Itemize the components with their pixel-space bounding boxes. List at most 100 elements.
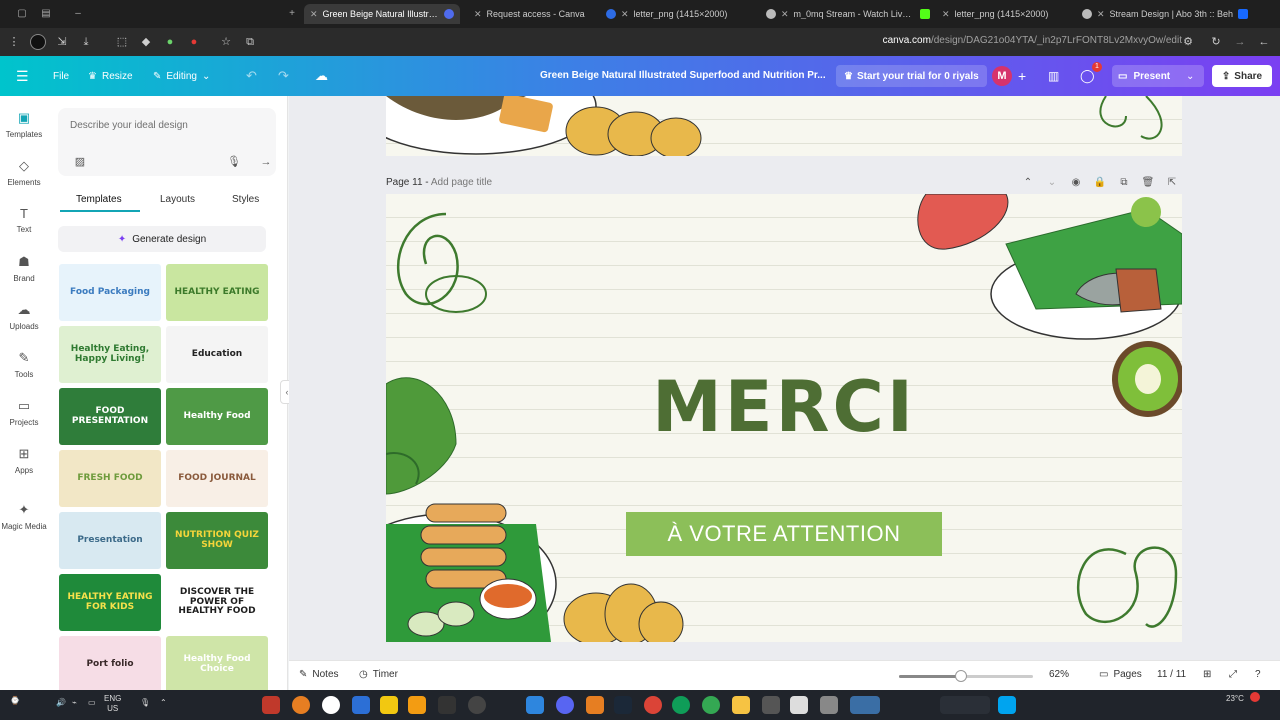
- chrome-icon[interactable]: [644, 696, 662, 714]
- window-menu-icon[interactable]: ▢: [14, 6, 30, 22]
- taskbar-app-icon[interactable]: [322, 696, 340, 714]
- template-thumbnail[interactable]: HEALTHY EATING FOR KIDS: [59, 574, 161, 631]
- template-thumbnail[interactable]: FOOD JOURNAL: [166, 450, 268, 507]
- timer-button[interactable]: ◷ Timer: [359, 669, 398, 680]
- screenshot-icon[interactable]: ⬚: [114, 34, 130, 50]
- rail-item-uploads[interactable]: ☁ Uploads: [0, 302, 48, 331]
- cloud-save-icon[interactable]: ☁: [315, 66, 328, 86]
- rail-item-brand[interactable]: ☗ Brand: [0, 254, 48, 283]
- taskbar-app-icon[interactable]: [352, 696, 370, 714]
- reload-icon[interactable]: ↻: [1208, 34, 1224, 50]
- resize-button[interactable]: ♛ Resize: [88, 66, 133, 86]
- taskbar-search[interactable]: [940, 696, 990, 714]
- close-tab-icon[interactable]: ✕: [310, 9, 318, 20]
- close-tab-icon[interactable]: ✕: [1097, 9, 1105, 20]
- rail-item-templates[interactable]: ▣ Templates: [0, 110, 48, 139]
- notification-icon[interactable]: [1250, 692, 1260, 702]
- browser-tab[interactable]: ✕ letter_png (1415×2000): [936, 4, 1076, 24]
- discord-icon[interactable]: [556, 696, 574, 714]
- avatar[interactable]: M: [992, 66, 1012, 86]
- move-page-down-icon[interactable]: ⌄: [1045, 176, 1059, 190]
- taskbar-app-icon[interactable]: [820, 696, 838, 714]
- tab-templates[interactable]: Templates: [76, 194, 122, 205]
- taskbar-app-icon[interactable]: [468, 696, 486, 714]
- design-prompt-box[interactable]: Describe your ideal design ▨ 🎙 →: [58, 108, 276, 176]
- file-menu[interactable]: File: [53, 66, 69, 86]
- template-thumbnail[interactable]: Port folio: [59, 636, 161, 693]
- extension-icon[interactable]: ●: [162, 34, 178, 50]
- tab-styles[interactable]: Styles: [232, 194, 259, 205]
- clock-area[interactable]: ⌚: [10, 696, 20, 706]
- template-thumbnail[interactable]: Healthy Food Choice: [166, 636, 268, 693]
- fullscreen-icon[interactable]: ⤢: [1229, 669, 1237, 680]
- analytics-icon[interactable]: ▥: [1048, 66, 1059, 86]
- slide-page-10[interactable]: [386, 96, 1182, 156]
- lock-icon[interactable]: 🔒: [1093, 176, 1107, 190]
- close-tab-icon[interactable]: ✕: [621, 9, 629, 20]
- rail-item-elements[interactable]: ◇ Elements: [0, 158, 48, 187]
- back-icon[interactable]: ←: [1256, 34, 1272, 50]
- taskbar-app-icon[interactable]: [762, 696, 780, 714]
- rail-item-apps[interactable]: ⊞ Apps: [0, 446, 48, 475]
- tab-search-icon[interactable]: ▤: [38, 6, 54, 22]
- duplicate-page-icon[interactable]: ⧉: [1117, 176, 1131, 190]
- taskbar-app-icon[interactable]: [292, 696, 310, 714]
- notes-button[interactable]: ✎ Notes: [299, 669, 339, 680]
- browser-tab[interactable]: ✕ letter_png (1415×2000): [600, 4, 760, 24]
- network-icon[interactable]: ⌁: [72, 698, 77, 708]
- template-thumbnail[interactable]: FOOD PRESENTATION: [59, 388, 161, 445]
- template-thumbnail[interactable]: Food Packaging: [59, 264, 161, 321]
- battery-icon[interactable]: ▭: [88, 698, 96, 708]
- add-page-title-input[interactable]: Add page title: [431, 177, 492, 188]
- taskbar-app-icon[interactable]: [850, 696, 880, 714]
- design-prompt-input[interactable]: Describe your ideal design: [70, 120, 188, 131]
- taskbar-app-icon[interactable]: [526, 696, 544, 714]
- present-options-chevron-icon[interactable]: ⌄: [1186, 66, 1194, 86]
- address-bar[interactable]: canva.com/design/DAG21o04YTA/_in2p7LrFON…: [883, 35, 1182, 46]
- generate-design-button[interactable]: ✦ Generate design: [58, 226, 266, 252]
- move-page-up-icon[interactable]: ⌃: [1021, 176, 1035, 190]
- extension-icon[interactable]: ⇲: [54, 34, 70, 50]
- steam-icon[interactable]: [614, 696, 632, 714]
- add-page-icon[interactable]: ⇱: [1165, 176, 1179, 190]
- profile-icon[interactable]: [30, 34, 46, 50]
- delete-page-icon[interactable]: 🗑: [1141, 176, 1155, 190]
- start-trial-button[interactable]: ♛ Start your trial for 0 riyals: [836, 65, 987, 87]
- template-thumbnail[interactable]: NUTRITION QUIZ SHOW: [166, 512, 268, 569]
- share-page-icon[interactable]: ⧉: [242, 34, 258, 50]
- zoom-slider-handle[interactable]: [955, 670, 967, 682]
- rail-item-magic-media[interactable]: ✦ Magic Media: [0, 502, 48, 531]
- taskbar-app-icon[interactable]: [790, 696, 808, 714]
- taskbar-app-icon[interactable]: [408, 696, 426, 714]
- merci-heading[interactable]: MERCI: [386, 366, 1182, 448]
- grid-view-icon[interactable]: ⊞: [1203, 669, 1211, 680]
- extension-icon[interactable]: ●: [186, 34, 202, 50]
- file-explorer-icon[interactable]: [732, 696, 750, 714]
- taskbar-app-icon[interactable]: [262, 696, 280, 714]
- image-upload-icon[interactable]: ▨: [70, 152, 90, 172]
- template-thumbnail[interactable]: Healthy Food: [166, 388, 268, 445]
- editing-mode-dropdown[interactable]: ✎ Editing ⌄: [153, 66, 210, 86]
- help-icon[interactable]: ?: [1255, 669, 1261, 680]
- browser-tab-active[interactable]: ✕ Green Beige Natural Illustrated: [304, 4, 460, 24]
- microphone-icon[interactable]: 🎙: [224, 152, 244, 172]
- submit-arrow-icon[interactable]: →: [256, 152, 276, 172]
- rail-item-projects[interactable]: ▭ Projects: [0, 398, 48, 427]
- forward-icon[interactable]: →: [1232, 34, 1248, 50]
- invite-plus-icon[interactable]: +: [1018, 66, 1026, 86]
- minimize-icon[interactable]: –: [70, 6, 86, 22]
- browser-tab[interactable]: ✕ Stream Design | Abo 3th :: Beh: [1076, 4, 1256, 24]
- template-thumbnail[interactable]: FRESH FOOD: [59, 450, 161, 507]
- close-tab-icon[interactable]: ✕: [942, 9, 950, 20]
- redo-icon[interactable]: ↷: [278, 66, 289, 86]
- slide-page-11[interactable]: MERCI À VOTRE ATTENTION: [386, 194, 1182, 642]
- windows-logo-icon[interactable]: [998, 696, 1016, 714]
- taskbar-app-icon[interactable]: [438, 696, 456, 714]
- extension-icon[interactable]: ◆: [138, 34, 154, 50]
- rail-item-tools[interactable]: ✎ Tools: [0, 350, 48, 379]
- template-thumbnail[interactable]: DISCOVER THE POWER OF HEALTHY FOOD: [166, 574, 268, 631]
- browser-tab[interactable]: ✕ Request access - Canva: [468, 4, 600, 24]
- close-tab-icon[interactable]: ✕: [781, 9, 789, 20]
- share-button[interactable]: ⇪ Share: [1212, 65, 1272, 87]
- browser-tab[interactable]: ✕ m_0mq Stream - Watch Live on: [760, 4, 936, 24]
